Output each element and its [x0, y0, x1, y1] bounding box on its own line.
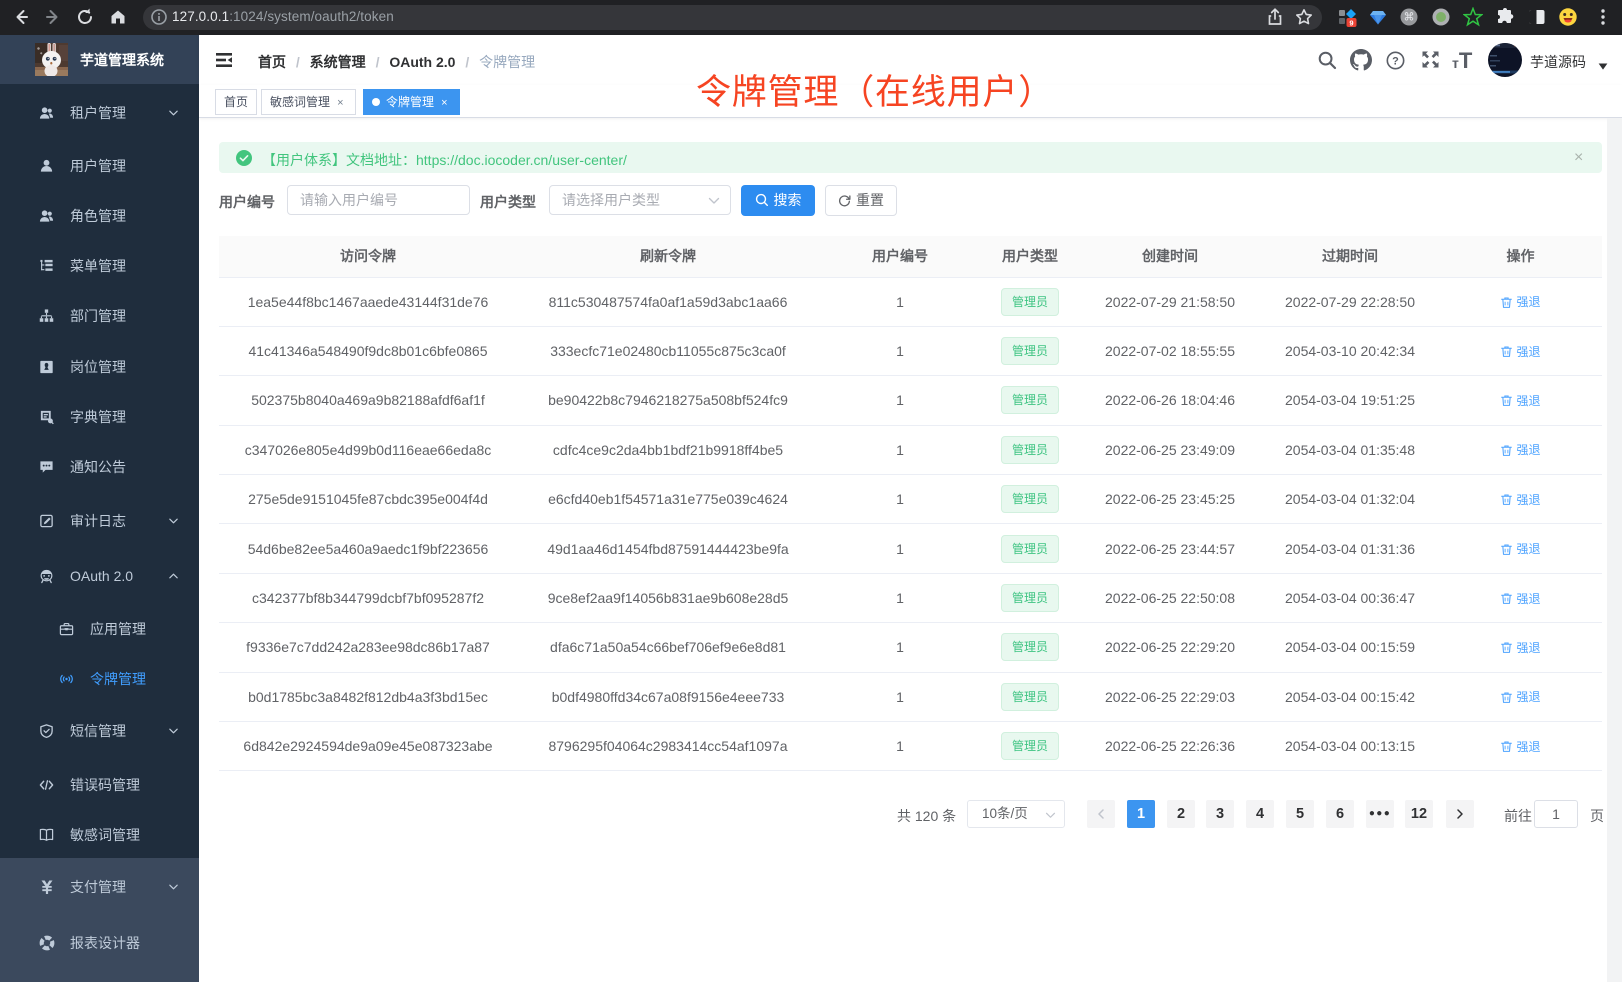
svg-text:⌘: ⌘ — [1404, 12, 1415, 24]
svg-text:?: ? — [1392, 56, 1399, 68]
svg-text:9: 9 — [1349, 18, 1353, 27]
